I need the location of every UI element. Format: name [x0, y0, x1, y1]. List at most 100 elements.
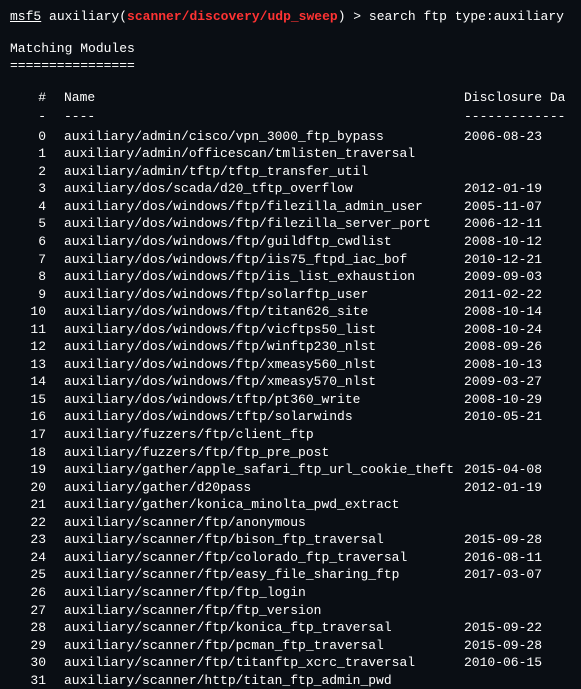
row-name: auxiliary/dos/scada/d20_tftp_overflow	[64, 180, 464, 198]
row-date: 2009-03-27	[464, 373, 542, 391]
header-name: Name	[64, 89, 464, 107]
row-idx: 20	[10, 479, 64, 497]
table-row[interactable]: 15auxiliary/dos/windows/tftp/pt360_write…	[10, 391, 571, 409]
table-row[interactable]: 19auxiliary/gather/apple_safari_ftp_url_…	[10, 461, 571, 479]
row-idx: 25	[10, 566, 64, 584]
row-idx: 27	[10, 602, 64, 620]
table-row[interactable]: 10auxiliary/dos/windows/ftp/titan626_sit…	[10, 303, 571, 321]
table-row[interactable]: 2auxiliary/admin/tftp/tftp_transfer_util	[10, 163, 571, 181]
table-row[interactable]: 24auxiliary/scanner/ftp/colorado_ftp_tra…	[10, 549, 571, 567]
table-row[interactable]: 8auxiliary/dos/windows/ftp/iis_list_exha…	[10, 268, 571, 286]
table-row[interactable]: 28auxiliary/scanner/ftp/konica_ftp_trave…	[10, 619, 571, 637]
table-row[interactable]: 12auxiliary/dos/windows/ftp/winftp230_nl…	[10, 338, 571, 356]
module-list: 0auxiliary/admin/cisco/vpn_3000_ftp_bypa…	[10, 128, 571, 689]
row-name: auxiliary/scanner/ftp/konica_ftp_travers…	[64, 619, 464, 637]
row-date: 2008-10-14	[464, 303, 542, 321]
row-idx: 4	[10, 198, 64, 216]
table-row[interactable]: 9auxiliary/dos/windows/ftp/solarftp_user…	[10, 286, 571, 304]
row-idx: 10	[10, 303, 64, 321]
row-name: auxiliary/dos/windows/ftp/titan626_site	[64, 303, 464, 321]
table-row[interactable]: 16auxiliary/dos/windows/tftp/solarwinds2…	[10, 408, 571, 426]
table-row[interactable]: 11auxiliary/dos/windows/ftp/vicftps50_li…	[10, 321, 571, 339]
table-row[interactable]: 7auxiliary/dos/windows/ftp/iis75_ftpd_ia…	[10, 251, 571, 269]
table-row[interactable]: 25auxiliary/scanner/ftp/easy_file_sharin…	[10, 566, 571, 584]
row-date: 2017-03-07	[464, 566, 542, 584]
header-idx: #	[10, 89, 64, 107]
row-idx: 8	[10, 268, 64, 286]
table-row[interactable]: 22auxiliary/scanner/ftp/anonymous	[10, 514, 571, 532]
table-row[interactable]: 18auxiliary/fuzzers/ftp/ftp_pre_post	[10, 444, 571, 462]
table-row[interactable]: 21auxiliary/gather/konica_minolta_pwd_ex…	[10, 496, 571, 514]
prompt-line[interactable]: msf5 auxiliary(scanner/discovery/udp_swe…	[10, 8, 571, 26]
table-row[interactable]: 4auxiliary/dos/windows/ftp/filezilla_adm…	[10, 198, 571, 216]
row-date: 2009-09-03	[464, 268, 542, 286]
row-idx: 3	[10, 180, 64, 198]
row-idx: 9	[10, 286, 64, 304]
row-date: 2016-08-11	[464, 549, 542, 567]
row-name: auxiliary/scanner/ftp/pcman_ftp_traversa…	[64, 637, 464, 655]
row-name: auxiliary/dos/windows/ftp/filezilla_serv…	[64, 215, 464, 233]
row-idx: 11	[10, 321, 64, 339]
row-date: 2015-04-08	[464, 461, 542, 479]
row-name: auxiliary/fuzzers/ftp/ftp_pre_post	[64, 444, 464, 462]
table-row[interactable]: 31auxiliary/scanner/http/titan_ftp_admin…	[10, 672, 571, 689]
row-date: 2012-01-19	[464, 479, 542, 497]
row-name: auxiliary/scanner/ftp/colorado_ftp_trave…	[64, 549, 464, 567]
row-name: auxiliary/dos/windows/tftp/pt360_write	[64, 391, 464, 409]
row-idx: 1	[10, 145, 64, 163]
table-row[interactable]: 14auxiliary/dos/windows/ftp/xmeasy570_nl…	[10, 373, 571, 391]
table-row[interactable]: 27auxiliary/scanner/ftp/ftp_version	[10, 602, 571, 620]
row-name: auxiliary/dos/windows/ftp/vicftps50_list	[64, 321, 464, 339]
prompt-aux-label: auxiliary(	[41, 9, 127, 24]
row-idx: 2	[10, 163, 64, 181]
row-date: 2006-12-11	[464, 215, 542, 233]
row-idx: 29	[10, 637, 64, 655]
row-name: auxiliary/scanner/ftp/anonymous	[64, 514, 464, 532]
row-date: 2015-09-28	[464, 531, 542, 549]
row-idx: 17	[10, 426, 64, 444]
table-row[interactable]: 5auxiliary/dos/windows/ftp/filezilla_ser…	[10, 215, 571, 233]
row-name: auxiliary/fuzzers/ftp/client_ftp	[64, 426, 464, 444]
row-idx: 30	[10, 654, 64, 672]
table-header-dashes: ------------------	[10, 108, 571, 126]
table-row[interactable]: 20auxiliary/gather/d20pass2012-01-19	[10, 479, 571, 497]
table-row[interactable]: 1auxiliary/admin/officescan/tmlisten_tra…	[10, 145, 571, 163]
row-idx: 0	[10, 128, 64, 146]
row-name: auxiliary/admin/cisco/vpn_3000_ftp_bypas…	[64, 128, 464, 146]
row-date: 2011-02-22	[464, 286, 542, 304]
table-row[interactable]: 23auxiliary/scanner/ftp/bison_ftp_traver…	[10, 531, 571, 549]
row-idx: 31	[10, 672, 64, 689]
row-date: 2012-01-19	[464, 180, 542, 198]
row-date: 2008-10-29	[464, 391, 542, 409]
row-name: auxiliary/scanner/http/titan_ftp_admin_p…	[64, 672, 464, 689]
table-row[interactable]: 3auxiliary/dos/scada/d20_tftp_overflow20…	[10, 180, 571, 198]
row-idx: 18	[10, 444, 64, 462]
section-underline: ================	[10, 57, 571, 75]
row-idx: 7	[10, 251, 64, 269]
table-row[interactable]: 13auxiliary/dos/windows/ftp/xmeasy560_nl…	[10, 356, 571, 374]
row-name: auxiliary/dos/windows/tftp/solarwinds	[64, 408, 464, 426]
row-name: auxiliary/admin/tftp/tftp_transfer_util	[64, 163, 464, 181]
row-date: 2010-12-21	[464, 251, 542, 269]
table-row[interactable]: 0auxiliary/admin/cisco/vpn_3000_ftp_bypa…	[10, 128, 571, 146]
row-date: 2010-05-21	[464, 408, 542, 426]
row-name: auxiliary/scanner/ftp/titanftp_xcrc_trav…	[64, 654, 464, 672]
row-date: 2006-08-23	[464, 128, 542, 146]
prompt-prefix: msf5	[10, 9, 41, 24]
row-name: auxiliary/dos/windows/ftp/iis_list_exhau…	[64, 268, 464, 286]
dash-idx: -	[10, 108, 64, 126]
table-row[interactable]: 29auxiliary/scanner/ftp/pcman_ftp_traver…	[10, 637, 571, 655]
table-row[interactable]: 6auxiliary/dos/windows/ftp/guildftp_cwdl…	[10, 233, 571, 251]
table-row[interactable]: 17auxiliary/fuzzers/ftp/client_ftp	[10, 426, 571, 444]
table-row[interactable]: 30auxiliary/scanner/ftp/titanftp_xcrc_tr…	[10, 654, 571, 672]
row-idx: 26	[10, 584, 64, 602]
row-idx: 12	[10, 338, 64, 356]
row-idx: 22	[10, 514, 64, 532]
row-idx: 24	[10, 549, 64, 567]
prompt-suffix: ) >	[338, 9, 369, 24]
dash-name: ----	[64, 108, 464, 126]
row-name: auxiliary/scanner/ftp/ftp_login	[64, 584, 464, 602]
row-date: 2008-09-26	[464, 338, 542, 356]
row-idx: 14	[10, 373, 64, 391]
table-row[interactable]: 26auxiliary/scanner/ftp/ftp_login	[10, 584, 571, 602]
